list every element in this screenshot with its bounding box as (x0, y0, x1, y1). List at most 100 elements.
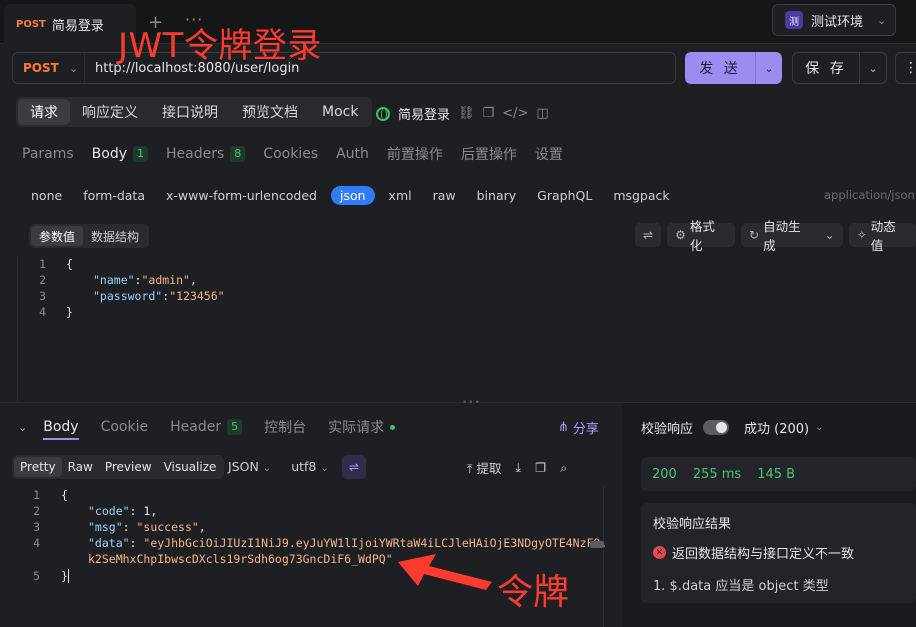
body-type-graphql[interactable]: GraphQL (537, 188, 592, 203)
tab-settings[interactable]: 设置 (535, 144, 563, 164)
tab-body[interactable]: Body 1 (92, 146, 149, 162)
body-type-none[interactable]: none (31, 188, 62, 203)
result-title: 校验响应结果 (653, 517, 732, 532)
tab-response-definition[interactable]: 响应定义 (70, 99, 150, 125)
status-code: 200 (652, 466, 677, 482)
link-icon[interactable]: ⛓ (458, 106, 475, 121)
request-tabs: Params Body 1 Headers 8 Cookies Auth 前置操作 … (22, 144, 581, 164)
tab-request[interactable]: 请求 (18, 99, 70, 125)
method-label: POST (23, 61, 59, 75)
jwt-token: "eyJhbGciOiJIUzI1NiJ9.eyJuYW1lIjoiYWRtaW… (143, 536, 608, 550)
body-count-badge: 1 (133, 146, 149, 162)
view-preview[interactable]: Preview (99, 457, 158, 477)
tab-mock[interactable]: Mock (310, 99, 370, 125)
tab-auth[interactable]: Auth (336, 146, 369, 162)
response-time: 255 ms (692, 466, 742, 482)
jwt-token-cont: k2SeMhxChpIbwscDXcls19rSdh6og73GncDiF6_W… (88, 552, 393, 566)
validation-header: 校验响应 (641, 418, 730, 437)
line-number: 3 (33, 520, 40, 534)
response-size: 145 B (757, 466, 796, 482)
url-bar: POST ⌄ http://localhost:8080/user/login (12, 52, 676, 84)
magic-icon: ⚙ (675, 228, 686, 242)
more-options-icon[interactable]: ⋮ (895, 52, 916, 84)
wand-icon: ✧ (856, 228, 867, 242)
view-pretty[interactable]: Pretty (14, 457, 62, 477)
tab-api-description[interactable]: 接口说明 (150, 99, 230, 125)
tab-pre-operations[interactable]: 前置操作 (387, 144, 443, 164)
tab-data-structure[interactable]: 数据结构 (83, 226, 147, 246)
encoding-select[interactable]: utf8 ⌄ (291, 459, 329, 474)
status-dot (390, 424, 396, 430)
response-tab-body[interactable]: Body (43, 419, 79, 440)
annotation-token: 令牌 (497, 572, 570, 613)
tab-headers[interactable]: Headers 8 (166, 146, 246, 162)
response-tab-actual-request[interactable]: 实际请求 (328, 417, 396, 437)
tab-cookies[interactable]: Cookies (263, 146, 318, 162)
body-type-binary[interactable]: binary (477, 188, 517, 203)
line-number: 5 (33, 569, 40, 583)
code-line: { (61, 488, 68, 502)
mode-tabs: 请求 响应定义 接口说明 预览文档 Mock (16, 97, 373, 127)
view-raw[interactable]: Raw (62, 457, 99, 477)
env-badge: 测 (785, 11, 803, 29)
request-tab[interactable]: POST 简易登录 (4, 4, 136, 44)
wrap-lines-icon[interactable]: ⇌ (342, 455, 366, 479)
copy-icon[interactable]: ❐ (483, 106, 495, 121)
save-dropdown-icon[interactable]: ⌄ (859, 53, 886, 83)
content-type-label: application/json (824, 188, 915, 202)
tab-post-operations[interactable]: 后置操作 (461, 144, 517, 164)
headers-count-badge: 8 (230, 146, 246, 162)
send-button[interactable]: 发 送 ⌄ (685, 52, 782, 84)
panel-icon[interactable]: ◫ (536, 106, 548, 121)
body-type-urlencoded[interactable]: x-www-form-urlencoded (166, 188, 317, 203)
header-count-badge: 5 (227, 419, 243, 435)
response-tab-cookie[interactable]: Cookie (101, 419, 149, 435)
send-dropdown-icon[interactable]: ⌄ (755, 52, 782, 84)
status-select[interactable]: 成功 (200) ⌄ (744, 418, 823, 437)
view-visualize[interactable]: Visualize (158, 457, 223, 477)
error-icon: ✕ (653, 546, 666, 559)
tab-params[interactable]: Params (22, 146, 74, 162)
dynamic-value-button[interactable]: ✧ 动态值 (848, 219, 916, 253)
scrollbar-thumb[interactable] (590, 541, 604, 548)
view-format: JSON ⌄ utf8 ⌄ (228, 459, 329, 474)
chevron-down-icon: ⌄ (262, 463, 272, 474)
code-line: { (66, 257, 73, 271)
code-line: "data": "eyJhbGciOiJIUzI1NiJ9.eyJuYW1lIj… (88, 536, 608, 550)
copy-icon[interactable]: ❐ (535, 460, 546, 475)
env-label: 测试环境 (811, 14, 864, 30)
body-type-msgpack[interactable]: msgpack (613, 188, 669, 203)
tab-param-values[interactable]: 参数值 (31, 226, 84, 246)
view-tabs: Pretty Raw Preview Visualize (12, 455, 225, 479)
body-type-json[interactable]: json (330, 185, 375, 205)
code-line: "password":"123456" (93, 289, 225, 303)
refresh-icon: ↻ (749, 228, 760, 242)
body-type-selector: none form-data x-www-form-urlencoded jso… (31, 184, 691, 206)
share-button[interactable]: ⋔ 分享 (558, 418, 599, 437)
body-type-raw[interactable]: raw (433, 188, 456, 203)
line-number: 3 (39, 289, 46, 303)
wrap-icon[interactable]: ⇌ (635, 223, 662, 247)
environment-selector[interactable]: 测 测试环境 ⌄ (772, 4, 896, 36)
response-tab-console[interactable]: 控制台 (264, 417, 306, 437)
save-button[interactable]: 保 存 ⌄ (792, 52, 887, 84)
collapse-chevron-icon[interactable]: ⌄ (18, 421, 27, 434)
api-name: 简易登录 (398, 108, 451, 123)
validation-toggle[interactable] (703, 420, 730, 435)
body-type-form-data[interactable]: form-data (83, 188, 145, 203)
search-icon[interactable]: ⌕ (560, 460, 567, 476)
auto-generate-button[interactable]: ↻ 自动生成 ⌄ (741, 219, 843, 253)
request-body-editor[interactable]: 1 { 2 "name":"admin", 3 "password":"1234… (17, 256, 916, 402)
extract-button[interactable]: ⤒ 提取 (467, 458, 502, 477)
response-tab-header[interactable]: Header 5 (170, 419, 243, 435)
method-select[interactable]: POST ⌄ (13, 53, 85, 83)
chevron-down-icon: ⌄ (320, 463, 329, 474)
code-icon[interactable]: </> (502, 106, 528, 121)
download-icon[interactable]: ⤓ (516, 460, 522, 476)
body-type-xml[interactable]: xml (389, 188, 412, 203)
body-sub-tabs: 参数值 数据结构 (29, 224, 150, 248)
format-button[interactable]: ⚙ 格式化 (667, 219, 736, 253)
tab-preview-docs[interactable]: 预览文档 (230, 99, 310, 125)
chevron-down-icon: ⌄ (877, 13, 887, 27)
format-select[interactable]: JSON ⌄ (228, 459, 271, 474)
